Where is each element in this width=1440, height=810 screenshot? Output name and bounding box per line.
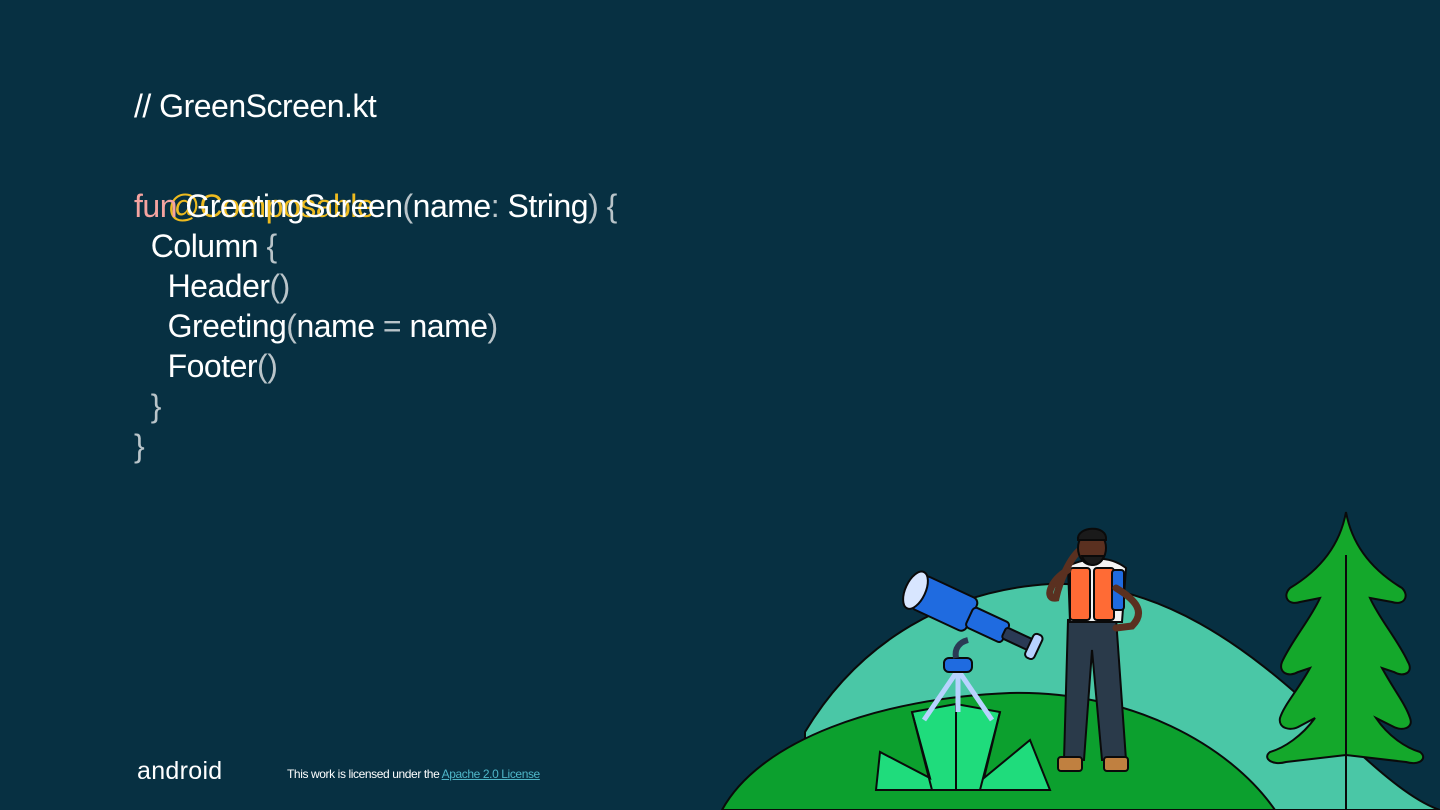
license-link[interactable]: Apache 2.0 License: [442, 767, 541, 781]
license-prefix: This work is licensed under the: [287, 767, 442, 781]
license-text: This work is licensed under the Apache 2…: [287, 767, 540, 781]
illustration: [720, 511, 1440, 810]
android-logo: android: [137, 757, 223, 785]
